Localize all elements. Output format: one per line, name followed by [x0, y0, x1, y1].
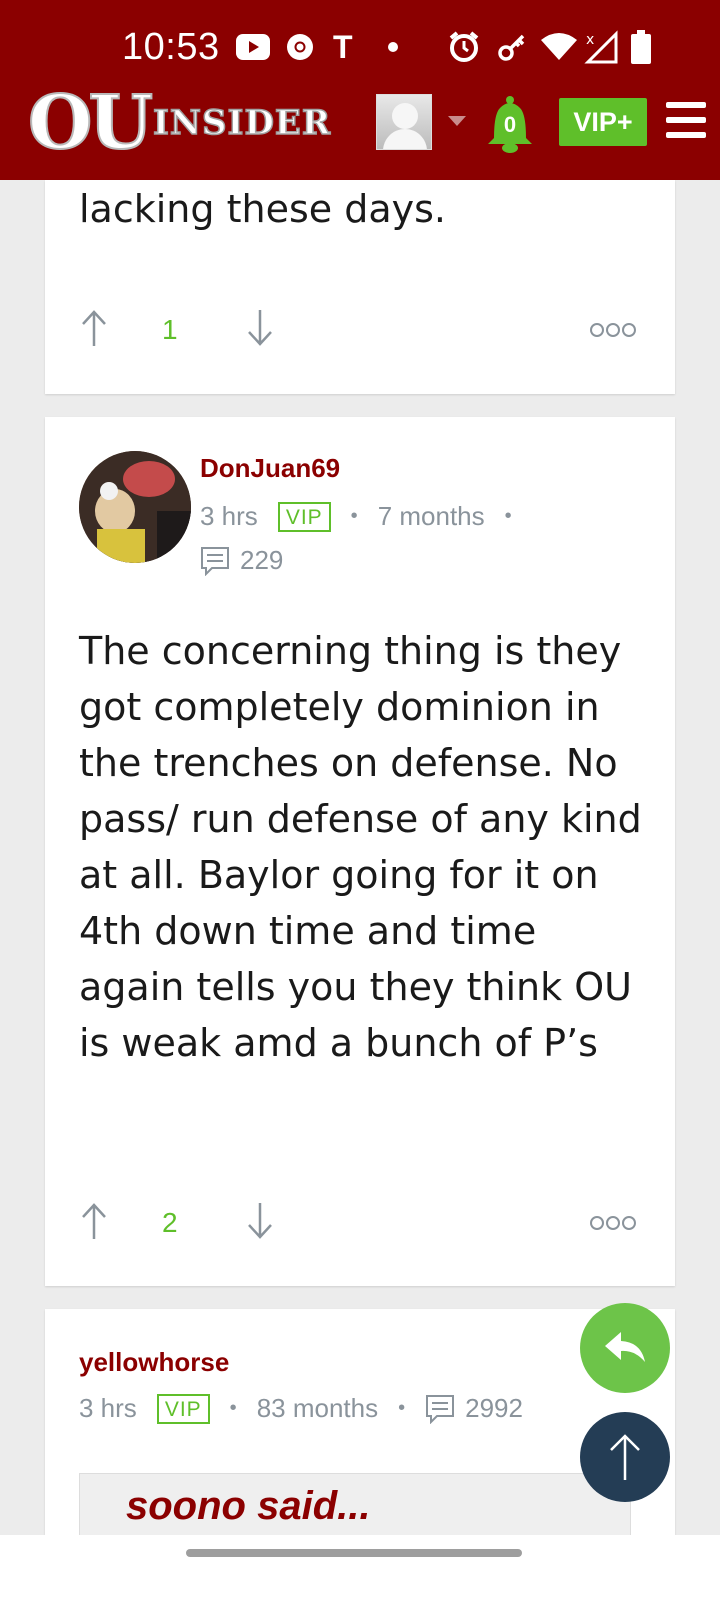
post-body: lacking these days.: [79, 187, 446, 231]
post-meta: 3 hrs VIP • 7 months •: [200, 501, 512, 532]
youtube-icon: [236, 30, 270, 64]
chevron-down-icon[interactable]: [448, 116, 466, 126]
post-body: The concerning thing is they got complet…: [79, 629, 642, 1065]
user-avatar[interactable]: [376, 94, 432, 150]
arrow-up-icon: [610, 1434, 640, 1480]
battery-icon: [630, 30, 652, 64]
upvote-icon[interactable]: [79, 1201, 109, 1241]
reply-button[interactable]: [580, 1303, 670, 1393]
status-bar: 10:53 T x: [0, 0, 720, 84]
vote-count: 1: [162, 314, 178, 345]
comment-icon: [426, 1394, 455, 1424]
vip-badge: VIP: [277, 501, 331, 532]
t-app-icon: T: [333, 28, 353, 65]
vote-row: 1: [45, 308, 675, 358]
comment-count: 229: [240, 545, 284, 575]
app-header: 10:53 T x OU INSIDER 0 VIP+: [0, 0, 720, 180]
key-icon: [497, 30, 527, 64]
user-avatar[interactable]: [79, 451, 191, 563]
site-logo[interactable]: OU INSIDER: [27, 80, 391, 166]
comment-icon: [201, 546, 229, 576]
post-card: lacking these days. 1: [45, 180, 675, 394]
vip-badge: VIP: [156, 1393, 210, 1424]
menu-icon[interactable]: [666, 102, 706, 138]
vip-plus-button[interactable]: VIP+: [559, 98, 647, 146]
post-time: 3 hrs: [79, 1393, 137, 1423]
post-meta: 3 hrs VIP • 83 months • 2992: [79, 1393, 523, 1424]
more-options-icon[interactable]: [589, 322, 637, 338]
comment-count: 2992: [465, 1393, 523, 1423]
nav-bar: OU INSIDER 0 VIP+: [0, 84, 720, 180]
alarm-icon: [447, 30, 481, 64]
signal-icon: x: [584, 30, 620, 64]
scroll-to-top-button[interactable]: [580, 1412, 670, 1502]
reply-icon: [605, 1332, 645, 1362]
quote-author: soono said...: [126, 1484, 371, 1528]
membership-duration: 7 months: [377, 501, 485, 531]
notification-bell[interactable]: 0: [486, 94, 534, 153]
post-username[interactable]: yellowhorse: [79, 1347, 229, 1378]
dot-icon: [387, 30, 399, 64]
upvote-icon[interactable]: [79, 308, 109, 348]
notification-count: 0: [503, 112, 517, 137]
home-gesture-handle[interactable]: [186, 1549, 522, 1557]
downvote-icon[interactable]: [245, 308, 275, 348]
vote-row: 2: [45, 1201, 675, 1251]
wifi-icon: [541, 30, 577, 64]
logo-wordmark: INSIDER: [153, 103, 332, 143]
chrome-icon: [285, 30, 315, 64]
post-username[interactable]: DonJuan69: [200, 453, 340, 484]
vote-count: 2: [162, 1207, 178, 1238]
svg-text:x: x: [586, 32, 594, 48]
logo-ou: OU: [27, 80, 154, 166]
post-comment-count: 229: [200, 545, 283, 576]
quote-block: soono said...: [79, 1473, 631, 1543]
post-time: 3 hrs: [200, 501, 258, 531]
membership-duration: 83 months: [256, 1393, 379, 1423]
downvote-icon[interactable]: [245, 1201, 275, 1241]
status-clock: 10:53: [122, 26, 220, 68]
more-options-icon[interactable]: [589, 1215, 637, 1231]
post-card: DonJuan69 3 hrs VIP • 7 months • 229 The…: [45, 417, 675, 1286]
system-nav-bar: [0, 1535, 720, 1600]
